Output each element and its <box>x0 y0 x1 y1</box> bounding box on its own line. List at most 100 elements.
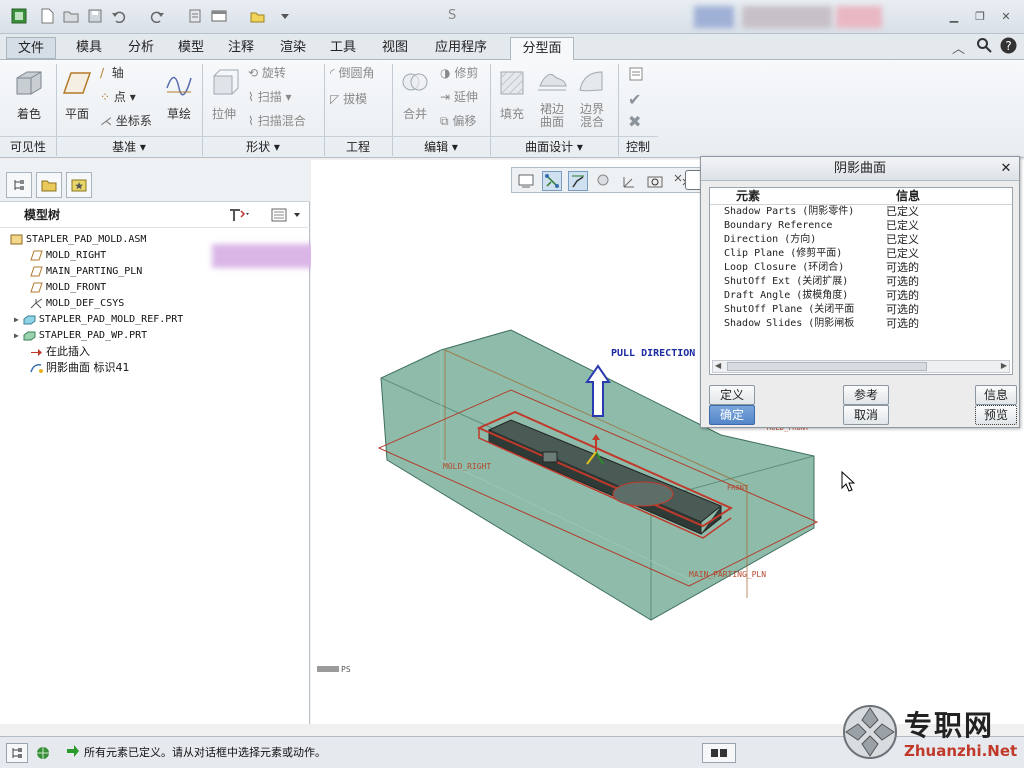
status-arrow-icon <box>66 744 80 761</box>
tab-view[interactable]: 视图 <box>372 37 418 59</box>
tree-node-workpiece-part[interactable]: ▶ STAPLER_PAD_WP.PRT <box>14 328 147 344</box>
window-title: S <box>448 8 457 23</box>
coloring-button[interactable]: 着色 <box>10 68 48 122</box>
info-button[interactable]: 信息 <box>975 385 1017 405</box>
swept-blend-button[interactable]: ⌇ 扫描混合 <box>248 112 306 130</box>
boundary-blend-icon <box>579 71 603 92</box>
axis-button[interactable]: / 轴 <box>100 64 124 82</box>
sketch-button[interactable]: 草绘 <box>162 68 196 122</box>
app-logo-icon[interactable] <box>10 7 28 25</box>
favorites-tab-icon[interactable] <box>66 172 92 198</box>
restore-icon[interactable]: ❐ <box>972 8 988 24</box>
model-tree-tab-icon[interactable] <box>6 172 32 198</box>
accept-icon[interactable]: ✔ <box>628 90 641 109</box>
scroll-right-icon[interactable]: ▶ <box>1001 361 1007 370</box>
pull-direction-label: PULL DIRECTION <box>611 348 696 359</box>
tree-node-shadow-surface[interactable]: 阴影曲面 标识41 <box>30 360 130 376</box>
plane-button[interactable]: 平面 <box>60 68 94 122</box>
tab-model[interactable]: 模型 <box>168 37 214 59</box>
tree-show-icon[interactable] <box>270 207 302 226</box>
tree-node-mold-right[interactable]: MOLD_RIGHT <box>30 248 106 264</box>
group-datum[interactable]: 基准 ▾ <box>56 136 202 157</box>
fill-button[interactable]: 填充 <box>496 68 528 122</box>
save-icon[interactable] <box>86 7 104 25</box>
minimize-icon[interactable]: ▁ <box>946 8 962 24</box>
sweep-button[interactable]: ⌇ 扫描 ▾ <box>248 88 292 106</box>
browser-icon[interactable] <box>32 743 54 763</box>
list-item[interactable]: Boundary Reference <box>724 219 832 233</box>
boundary-blend-button[interactable]: 边界 混合 <box>574 68 610 129</box>
tree-node-main-parting-pln[interactable]: MAIN_PARTING_PLN <box>30 264 142 280</box>
new-file-icon[interactable] <box>38 7 56 25</box>
help-icon[interactable]: ? <box>1000 37 1017 57</box>
list-item[interactable]: Loop Closure (环闭合) <box>724 261 844 275</box>
csys-icon <box>30 298 43 309</box>
offset-icon: ⧉ <box>440 114 449 128</box>
tree-node-mold-def-csys[interactable]: MOLD_DEF_CSYS <box>30 296 124 312</box>
tab-annotate[interactable]: 注释 <box>218 37 264 59</box>
open-folder-icon[interactable] <box>62 7 80 25</box>
extrude-button[interactable]: 拉伸 <box>206 68 242 122</box>
horizontal-scrollbar[interactable]: ◀ ▶ <box>712 360 1010 373</box>
define-button[interactable]: 定义 <box>709 385 755 405</box>
regenerate-icon[interactable] <box>186 7 204 25</box>
scroll-left-icon[interactable]: ◀ <box>715 361 721 370</box>
close-icon[interactable]: ✕ <box>998 8 1014 24</box>
selection-filter-icon[interactable] <box>702 743 736 763</box>
tree-settings-icon[interactable] <box>228 207 250 226</box>
scrollbar-thumb[interactable] <box>727 362 927 371</box>
ribbon: 着色 平面 / 轴 ⁘ 点 ▾ ⋌ 坐标系 草绘 拉伸 ⟲ 旋转 ⌇ 扫描 ▾ … <box>0 60 1024 158</box>
point-button[interactable]: ⁘ 点 ▾ <box>100 88 136 106</box>
control-icon[interactable] <box>628 66 644 85</box>
tree-node-mold-front[interactable]: MOLD_FRONT <box>30 280 106 296</box>
offset-button[interactable]: ⧉ 偏移 <box>440 112 476 130</box>
cancel-button[interactable]: 取消 <box>843 405 889 425</box>
tab-file[interactable]: 文件 <box>6 37 56 59</box>
tab-applications[interactable]: 应用程序 <box>424 37 498 59</box>
redo-icon[interactable] <box>148 7 166 25</box>
undo-icon[interactable] <box>110 7 128 25</box>
tree-node-assembly[interactable]: STAPLER_PAD_MOLD.ASM <box>10 232 146 248</box>
merge-button[interactable]: 合并 <box>398 68 432 122</box>
close-window-icon[interactable] <box>248 7 266 25</box>
draft-button[interactable]: ◸ 拔模 <box>330 90 367 108</box>
tab-parting-surface[interactable]: 分型面 <box>510 37 574 61</box>
tab-tools[interactable]: 工具 <box>320 37 366 59</box>
dialog-close-icon[interactable]: ✕ <box>997 160 1015 178</box>
customize-toolbar-icon[interactable] <box>276 7 294 25</box>
trim-button[interactable]: ◑ 修剪 <box>440 64 478 82</box>
tab-render[interactable]: 渲染 <box>270 37 316 59</box>
list-item[interactable]: Clip Plane (修剪平面) <box>724 247 842 261</box>
tree-node-ref-part[interactable]: ▶ STAPLER_PAD_MOLD_REF.PRT <box>14 312 183 328</box>
tree-toggle-icon[interactable] <box>6 743 28 763</box>
group-shape[interactable]: 形状 ▾ <box>202 136 324 157</box>
tab-analysis[interactable]: 分析 <box>118 37 164 59</box>
list-item[interactable]: Shadow Parts (阴影零件) <box>724 205 854 219</box>
ok-button[interactable]: 确定 <box>709 405 755 425</box>
reference-button[interactable]: 参考 <box>843 385 889 405</box>
group-editing[interactable]: 编辑 ▾ <box>392 136 490 157</box>
revolve-icon: ⟲ <box>248 66 259 80</box>
cancel-icon[interactable]: ✖ <box>628 112 641 131</box>
round-button[interactable]: ◜ 倒圆角 <box>330 64 375 82</box>
datum-plane-icon <box>30 250 43 261</box>
list-item[interactable]: Shadow Slides (阴影闸板 <box>724 317 854 331</box>
mold-right-label: MOLD_RIGHT <box>443 462 492 471</box>
folder-browser-tab-icon[interactable] <box>36 172 62 198</box>
list-item[interactable]: Direction (方向) <box>724 233 816 247</box>
preview-button[interactable]: 预览 <box>975 405 1017 425</box>
window-icon[interactable] <box>210 7 228 25</box>
search-icon[interactable] <box>976 37 992 56</box>
list-item[interactable]: ShutOff Plane (关闭平面 <box>724 303 854 317</box>
tab-mold[interactable]: 模具 <box>66 37 112 59</box>
collapse-ribbon-icon[interactable]: ︿ <box>952 38 965 57</box>
list-item[interactable]: ShutOff Ext (关闭扩展) <box>724 275 848 289</box>
group-surface-design[interactable]: 曲面设计 ▾ <box>490 136 618 157</box>
tree-node-insert-here[interactable]: 在此插入 <box>30 344 90 360</box>
csys-button[interactable]: ⋌ 坐标系 <box>100 112 152 130</box>
extend-button[interactable]: ⇥ 延伸 <box>440 88 478 106</box>
list-item[interactable]: Draft Angle (拔模角度) <box>724 289 848 303</box>
revolve-button[interactable]: ⟲ 旋转 <box>248 64 286 82</box>
skirt-surface-button[interactable]: 裙边 曲面 <box>534 68 570 129</box>
part-icon <box>23 330 36 341</box>
